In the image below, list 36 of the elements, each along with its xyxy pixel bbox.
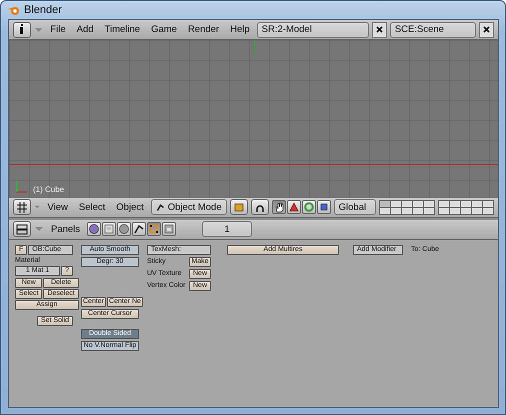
menu-item[interactable]: Add — [72, 24, 98, 35]
orientation-dropdown[interactable]: Global — [334, 199, 376, 215]
object-context-button[interactable] — [132, 222, 146, 236]
menu-item[interactable]: View — [43, 202, 72, 212]
layer-buttons[interactable] — [438, 200, 494, 214]
object-icon — [156, 202, 165, 212]
object-label: (1) Cube — [33, 184, 64, 194]
editor-type-button[interactable] — [13, 22, 31, 38]
close-icon — [483, 26, 490, 33]
menu-item[interactable]: Help — [226, 24, 254, 35]
close-button[interactable] — [479, 22, 494, 38]
close-button[interactable] — [372, 22, 387, 38]
viewport[interactable]: (1) Cube — [9, 40, 498, 198]
menu-item[interactable]: Timeline — [100, 24, 144, 35]
hand-tool-button[interactable] — [272, 200, 286, 214]
frame-field[interactable]: 1 — [202, 221, 252, 237]
menu-item[interactable]: Game — [147, 24, 181, 35]
hand-icon — [272, 201, 285, 213]
scene-field[interactable]: SCE:Scene — [390, 22, 476, 38]
object-icon — [133, 223, 146, 235]
panels-label: Panels — [50, 224, 82, 234]
menu-item[interactable]: Object — [112, 202, 148, 212]
window-title: Blender — [24, 4, 62, 16]
menu-item[interactable]: Render — [184, 24, 224, 35]
close-icon — [376, 26, 383, 33]
menu-item[interactable]: File — [46, 24, 70, 35]
mode-dropdown[interactable]: Object Mode — [150, 199, 227, 215]
pivot-dropdown[interactable] — [250, 199, 269, 215]
layer-buttons[interactable] — [379, 200, 435, 214]
grid-editor-button[interactable] — [13, 199, 31, 215]
editor-type-button[interactable] — [13, 221, 31, 237]
screen-field[interactable]: SR:2-Model — [256, 22, 369, 38]
shading-dropdown[interactable] — [230, 199, 248, 215]
solid-shading-icon — [232, 202, 245, 212]
menu-item[interactable]: Select — [74, 202, 110, 212]
blender-logo-icon — [8, 4, 20, 16]
